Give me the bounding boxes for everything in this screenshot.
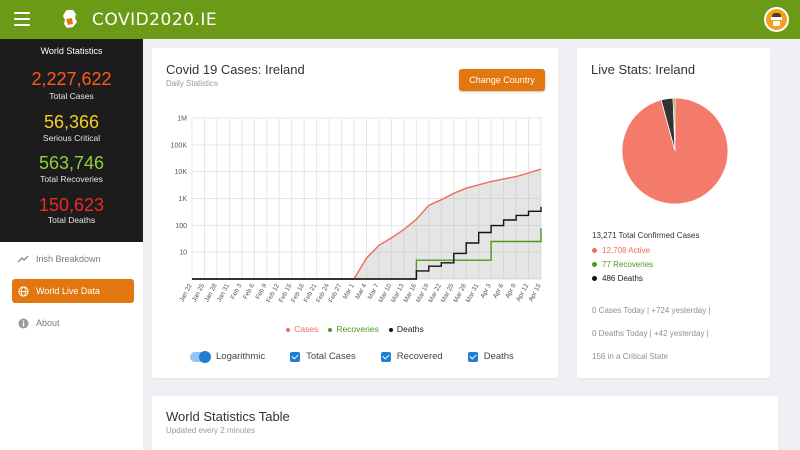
checkbox-checked-icon[interactable] [467,351,478,362]
world-stats-panel: World Statistics 2,227,622 Total Cases 5… [0,39,143,242]
y-tick-label: 100K [171,142,188,149]
legend-recoveries-dot [328,327,333,332]
legend-deaths[interactable]: Deaths [388,324,424,334]
chart-controls: Logarithmic Total Cases Recovered Deaths [190,350,539,363]
legend-cases-dot [286,327,291,332]
live-stats-title: Live Stats: Ireland [591,62,696,77]
world-table-card: World Statistics Table Updated every 2 m… [152,396,778,450]
nav-item-irish-breakdown[interactable]: Irish Breakdown [12,247,134,271]
user-face-icon [771,13,782,26]
serious-critical-label: Serious Critical [42,133,101,143]
total-cases-label: Total Cases [49,91,94,101]
info-icon [18,318,29,329]
world-stats-title: World Statistics [40,46,103,56]
checkbox-checked-icon[interactable] [380,351,391,362]
deaths-checkbox[interactable]: Deaths [467,351,514,362]
deaths-checkbox-label: Deaths [483,351,514,362]
recoveries-text: 77 Recoveries [602,260,654,269]
active-text: 12,708 Active [602,246,651,255]
total-cases-checkbox[interactable]: Total Cases [290,351,356,362]
pie-slice-active[interactable] [621,97,729,205]
y-tick-label: 100 [175,223,187,230]
nav-label-about: About [36,318,60,328]
toggle-switch[interactable] [190,350,211,363]
top-bar: COVID2020.IE [0,0,800,39]
logo-text[interactable]: COVID2020.IE [92,10,217,30]
deaths-text: 486 Deaths [602,274,643,283]
nav-item-world-live-data[interactable]: World Live Data [12,279,134,303]
recovered-checkbox[interactable]: Recovered [380,351,443,362]
x-tick-label: Jan 31 [216,282,232,303]
trend-icon [18,254,29,265]
critical-state: 156 in a Critical State [592,352,669,361]
menu-icon[interactable] [14,12,30,26]
total-recoveries-label: Total Recoveries [40,174,103,184]
globe-icon [18,285,29,297]
world-table-subtitle: Updated every 2 minutes [166,426,255,435]
user-avatar[interactable] [764,7,789,32]
total-recoveries-value: 563,746 [38,153,105,173]
y-tick-label: 1M [177,116,187,123]
legend-deaths-dot [388,327,393,332]
nav-label-world-live-data: World Live Data [36,286,100,296]
x-tick-label: Apr 6 [492,282,506,299]
recoveries-line: 77 Recoveries [592,260,653,269]
total-cases-checkbox-label: Total Cases [306,351,356,362]
x-tick-label: Apr 15 [528,282,543,303]
nav-item-about[interactable]: About [12,311,134,335]
legend-recoveries-label: Recoveries [336,324,379,334]
cases-line-chart: 1M100K10K1K10010Jan 22Jan 25Jan 28Jan 31… [171,116,543,304]
legend-deaths-label: Deaths [396,324,424,334]
legend-cases-label: Cases [294,324,319,334]
cases-today: 0 Cases Today | +724 yesterday | [592,306,711,315]
deaths-bullet [592,276,597,282]
live-stats-pie-chart [621,97,729,205]
total-confirmed-line: 13,271 Total Confirmed Cases [592,231,700,240]
total-deaths-label: Total Deaths [47,215,96,225]
recovered-checkbox-label: Recovered [396,351,443,362]
legend-cases[interactable]: Cases [286,324,318,334]
nav-label-irish-breakdown: Irish Breakdown [36,254,101,264]
checkbox-checked-icon[interactable] [290,351,301,362]
total-deaths-value: 150,623 [38,195,105,215]
sidebar: World Statistics 2,227,622 Total Cases 5… [0,39,143,450]
ireland-logo-icon [63,10,77,28]
deaths-line: 486 Deaths [592,274,643,283]
logarithmic-toggle[interactable]: Logarithmic [190,350,266,363]
serious-critical-value: 56,366 [43,112,100,132]
y-tick-label: 10 [179,250,187,257]
x-tick-label: Apr 3 [479,282,493,299]
deaths-today: 0 Deaths Today | +42 yesterday | [592,329,709,338]
chart-legend: Cases Recoveries Deaths [152,324,558,334]
active-bullet [592,248,597,254]
active-line: 12,708 Active [592,246,650,255]
total-cases-value: 2,227,622 [31,69,112,89]
y-tick-label: 1K [178,196,187,203]
recoveries-bullet [592,262,597,268]
logarithmic-label: Logarithmic [216,351,266,362]
world-table-title: World Statistics Table [166,409,290,424]
chart-card: Covid 19 Cases: Ireland Daily Statistics… [152,48,558,378]
y-tick-label: 10K [175,169,188,176]
live-stats-card: Live Stats: Ireland 13,271 Total Confirm… [577,48,770,378]
legend-recoveries[interactable]: Recoveries [328,324,379,334]
